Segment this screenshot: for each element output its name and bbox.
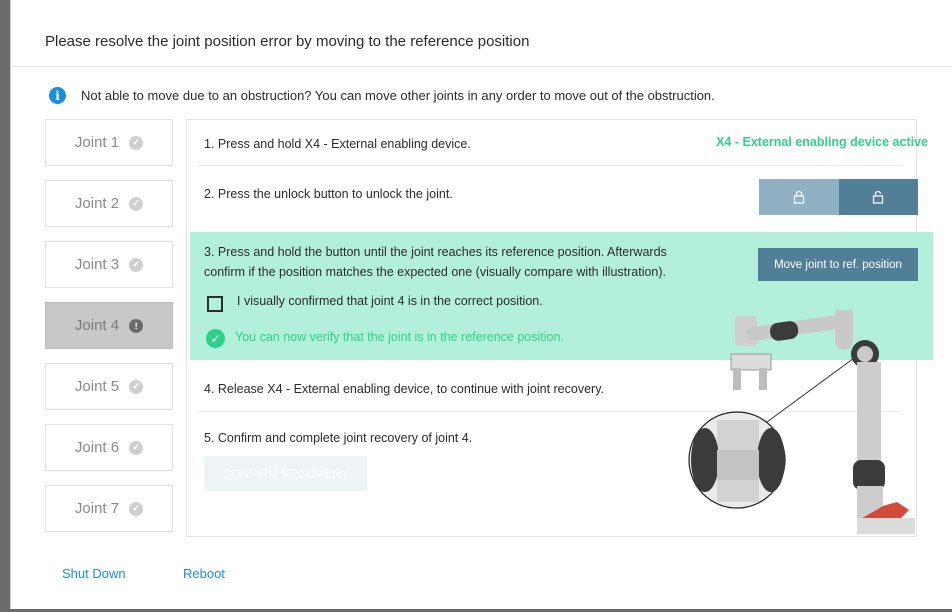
step-4-text: 4. Release X4 - External enabling device… — [204, 382, 604, 396]
joint-list: Joint 1 ✓ Joint 2 ✓ Joint 3 ✓ Joint 4! Join… — [45, 119, 173, 546]
alert-icon: ! — [129, 318, 144, 333]
dialog-title: Please resolve the joint position error … — [45, 33, 530, 50]
check-icon: ✓ — [129, 379, 144, 394]
joint-label: Joint 6 — [74, 439, 120, 456]
joint-item-7[interactable]: Joint 7 ✓ — [45, 485, 173, 532]
check-icon: ✓ — [129, 196, 144, 211]
shutdown-link[interactable]: Shut Down — [62, 566, 126, 581]
joint-item-3[interactable]: Joint 3 ✓ — [45, 241, 173, 288]
joint-item-1[interactable]: Joint 1 ✓ — [45, 119, 173, 166]
checkbox-label: I visually confirmed that joint 4 is in … — [237, 294, 543, 308]
reboot-link[interactable]: Reboot — [183, 566, 225, 581]
check-icon: ✓ — [129, 257, 144, 272]
joint-label: Joint 1 — [74, 134, 120, 151]
joint-item-4[interactable]: Joint 4! — [45, 302, 173, 349]
step-3-text-line1: 3. Press and hold the button until the j… — [204, 245, 667, 259]
step-5-text: 5. Confirm and complete joint recovery o… — [204, 431, 473, 445]
info-icon: i — [49, 87, 66, 104]
step-divider — [197, 165, 902, 166]
confirm-position-checkbox[interactable] — [207, 296, 223, 312]
info-text: Not able to move due to an obstruction? … — [81, 88, 715, 103]
confirm-recovery-button[interactable]: CONFIRM RECOVERY — [204, 456, 367, 491]
recovery-steps-panel: 1. Press and hold X4 - External enabling… — [186, 119, 933, 537]
joint-label: Joint 3 — [74, 256, 120, 273]
step-2-text: 2. Press the unlock button to unlock the… — [204, 187, 453, 201]
title-divider — [11, 66, 952, 67]
success-check-icon: ✓ — [206, 329, 225, 348]
success-message: You can now verify that the joint is in … — [235, 330, 564, 344]
unlock-button[interactable] — [838, 179, 918, 215]
step-3-text-line2: confirm if the position matches the expe… — [204, 265, 667, 279]
joint-label: Joint 7 — [74, 500, 120, 517]
check-icon: ✓ — [129, 440, 144, 455]
robot-arm-illustration — [688, 310, 915, 534]
check-icon: ✓ — [129, 501, 144, 516]
joint-item-5[interactable]: Joint 5 ✓ — [45, 363, 173, 410]
check-icon: ✓ — [129, 135, 144, 150]
unlock-icon — [873, 190, 884, 204]
enabling-device-status: X4 - External enabling device active — [716, 135, 928, 149]
step-1-text: 1. Press and hold X4 - External enabling… — [204, 137, 471, 151]
lock-toggle — [759, 179, 918, 215]
move-joint-button[interactable]: Move joint to ref. position — [758, 248, 918, 281]
joint-label: Joint 5 — [74, 378, 120, 395]
joint-label: Joint 4 — [74, 317, 120, 334]
lock-icon — [793, 190, 804, 204]
lock-button[interactable] — [759, 179, 839, 215]
joint-label: Joint 2 — [74, 195, 120, 212]
joint-item-6[interactable]: Joint 6 ✓ — [45, 424, 173, 471]
joint-item-2[interactable]: Joint 2 ✓ — [45, 180, 173, 227]
info-message: i Not able to move due to an obstruction… — [49, 87, 715, 104]
joint-recovery-dialog: Please resolve the joint position error … — [10, 0, 952, 609]
